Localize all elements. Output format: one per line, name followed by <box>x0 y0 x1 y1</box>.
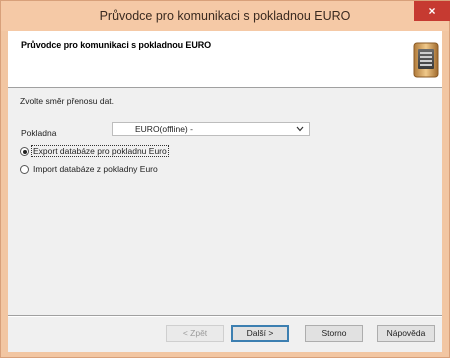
wizard-body: Průvodce pro komunikaci s pokladnou EURO <box>8 31 442 352</box>
back-button[interactable]: < Zpět <box>166 325 224 342</box>
help-button[interactable]: Nápověda <box>377 325 435 342</box>
import-radio[interactable] <box>20 165 29 174</box>
wizard-header: Průvodce pro komunikaci s pokladnou EURO <box>8 31 442 88</box>
pokladna-select[interactable]: EURO(offline) - <box>112 122 310 136</box>
close-button[interactable]: × <box>414 1 450 21</box>
pokladna-label: Pokladna <box>21 128 57 138</box>
wizard-window: Průvodce pro komunikaci s pokladnou EURO… <box>0 0 450 358</box>
window-title: Průvodce pro komunikaci s pokladnou EURO <box>99 9 351 23</box>
import-option[interactable]: Import databáze z pokladny Euro <box>20 164 200 176</box>
export-radio[interactable] <box>20 147 29 156</box>
next-button[interactable]: Další > <box>231 325 289 342</box>
title-bar[interactable]: Průvodce pro komunikaci s pokladnou EURO… <box>1 1 450 31</box>
header-title: Průvodce pro komunikaci s pokladnou EURO <box>21 40 212 50</box>
import-label[interactable]: Import databáze z pokladny Euro <box>32 164 159 174</box>
direction-prompt: Zvolte směr přenosu dat. <box>20 96 115 106</box>
chevron-down-icon[interactable] <box>295 123 305 135</box>
cash-register-icon <box>413 42 439 78</box>
cancel-button[interactable]: Storno <box>305 325 363 342</box>
export-option[interactable]: Export databáze pro pokladnu Euro <box>20 145 210 158</box>
button-separator <box>8 315 442 317</box>
close-icon: × <box>428 4 436 18</box>
export-label[interactable]: Export databáze pro pokladnu Euro <box>31 145 169 157</box>
pokladna-select-value: EURO(offline) - <box>135 124 193 134</box>
